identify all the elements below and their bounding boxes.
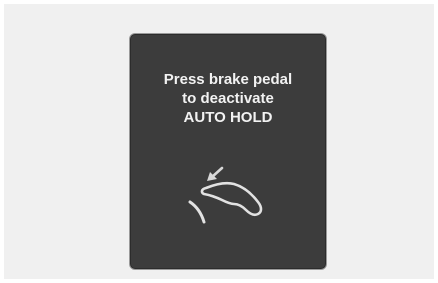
auto-hold-message: Press brake pedal to deactivate AUTO HOL… [130, 70, 326, 127]
message-line-3: AUTO HOLD [183, 109, 273, 126]
message-line-2: to deactivate [182, 90, 274, 107]
figure-background: Press brake pedal to deactivate AUTO HOL… [4, 4, 434, 279]
message-line-1: Press brake pedal [163, 71, 293, 88]
brake-pedal-icon [188, 166, 263, 224]
press-arrow-icon [207, 166, 224, 181]
cluster-display-panel: Press brake pedal to deactivate AUTO HOL… [129, 33, 327, 270]
